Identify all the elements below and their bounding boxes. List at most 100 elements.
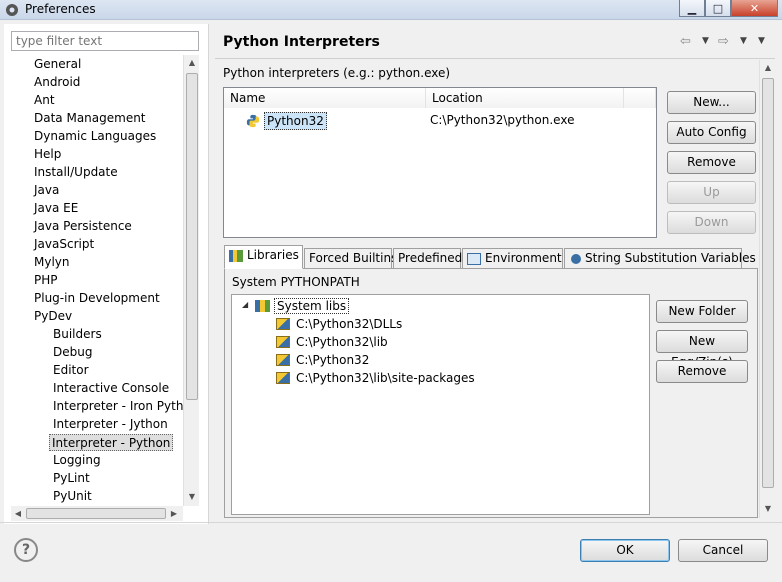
back-dropdown-icon[interactable]: ▼: [702, 36, 709, 46]
tree-item[interactable]: PyUnit: [53, 488, 92, 505]
back-arrow-icon[interactable]: ⇦: [680, 34, 691, 49]
minimize-button[interactable]: ▁: [679, 0, 705, 17]
close-button[interactable]: ✕: [731, 0, 778, 17]
title-bar: [0, 0, 782, 20]
tree-item[interactable]: Dynamic Languages: [34, 128, 156, 145]
tab-libraries[interactable]: Libraries: [224, 245, 303, 269]
remove-interpreter-button[interactable]: Remove: [667, 151, 756, 174]
window-title: Preferences: [25, 2, 96, 16]
tab-forced-builtins[interactable]: Forced Builtins: [304, 248, 397, 268]
library-path-label: C:\Python32\lib: [296, 335, 388, 349]
tab-string-substitution[interactable]: String Substitution Variables: [564, 248, 756, 268]
library-path-item[interactable]: C:\Python32: [276, 351, 369, 369]
system-libs-node[interactable]: System libs: [255, 297, 350, 315]
collapse-arrow-icon[interactable]: ◢: [242, 300, 248, 309]
scroll-right-arrow-icon[interactable]: ▶: [167, 509, 181, 518]
preferences-tree: General Android Ant Data Management Dynamic …: [11, 55, 183, 505]
column-header-location[interactable]: Location: [426, 88, 624, 108]
tab-string-substitution-label: String Substitution Variables: [585, 251, 756, 265]
environment-icon: [467, 252, 481, 265]
new-folder-button[interactable]: New Folder: [656, 300, 748, 323]
hscroll-thumb[interactable]: [26, 508, 166, 519]
tree-item[interactable]: JavaScript: [34, 236, 94, 253]
page-title: Python Interpreters: [223, 34, 380, 50]
tree-item[interactable]: Interpreter - Iron Python: [53, 398, 183, 415]
cancel-button[interactable]: Cancel: [678, 539, 768, 562]
interpreters-table: Name Location Python32 C:\Python32\pytho…: [223, 87, 657, 238]
down-button[interactable]: Down: [667, 211, 756, 234]
tab-libraries-label: Libraries: [247, 248, 299, 262]
new-egg-zip-button[interactable]: New Egg/Zip(s): [656, 330, 748, 369]
system-libs-icon: [255, 300, 270, 312]
column-header-name[interactable]: Name: [224, 88, 426, 108]
folder-library-icon: [276, 354, 290, 366]
interpreter-name[interactable]: Python32: [264, 112, 327, 130]
up-button[interactable]: Up: [667, 181, 756, 204]
tree-item[interactable]: Ant: [34, 92, 55, 109]
tree-item[interactable]: Editor: [53, 362, 89, 379]
tree-item[interactable]: PyDev: [34, 308, 72, 325]
forward-arrow-icon[interactable]: ⇨: [718, 34, 729, 49]
tree-item[interactable]: Logging: [53, 452, 101, 469]
tree-item[interactable]: Interpreter - Jython: [53, 416, 168, 433]
tree-vertical-scrollbar[interactable]: ▲ ▼: [183, 55, 199, 506]
tree-item[interactable]: Builders: [53, 326, 102, 343]
tree-item[interactable]: Debug: [53, 344, 92, 361]
tab-forced-builtins-label: Forced Builtins: [309, 251, 398, 265]
library-path-item[interactable]: C:\Python32\DLLs: [276, 315, 402, 333]
tree-item[interactable]: Interpreter - Python: [49, 434, 174, 451]
tab-environment[interactable]: Environment: [462, 248, 563, 268]
tree-item[interactable]: Data Management: [34, 110, 146, 127]
library-path-item[interactable]: C:\Python32\lib: [276, 333, 388, 351]
tree-item[interactable]: Install/Update: [34, 164, 118, 181]
table-row[interactable]: Python32: [246, 112, 327, 130]
column-header-empty: [624, 88, 656, 108]
pythonpath-heading: System PYTHONPATH: [232, 275, 360, 289]
new-interpreter-button[interactable]: New...: [667, 91, 756, 114]
forward-dropdown-icon[interactable]: ▼: [740, 36, 747, 46]
tree-item[interactable]: Android: [34, 74, 80, 91]
tree-item[interactable]: PyLint: [53, 470, 90, 487]
libraries-icon: [229, 249, 243, 262]
page-scroll-down-icon[interactable]: ▼: [761, 504, 775, 513]
tree-item[interactable]: Java Persistence: [34, 218, 132, 235]
page-scroll-up-icon[interactable]: ▲: [761, 63, 775, 72]
folder-library-icon: [276, 318, 290, 330]
filter-input[interactable]: [11, 31, 199, 51]
footer-divider: [0, 522, 782, 523]
page-vertical-scrollbar[interactable]: ▲ ▼: [759, 60, 775, 518]
interpreter-location: C:\Python32\python.exe: [430, 113, 575, 127]
tree-item[interactable]: Help: [34, 146, 61, 163]
maximize-button[interactable]: □: [705, 0, 731, 17]
preferences-gear-icon: [6, 4, 18, 16]
tree-item[interactable]: Java: [34, 182, 59, 199]
header-divider: [215, 58, 775, 59]
scroll-up-arrow-icon[interactable]: ▲: [185, 58, 199, 67]
ok-button[interactable]: OK: [580, 539, 670, 562]
help-icon[interactable]: ?: [14, 538, 38, 562]
view-menu-icon[interactable]: ▼: [758, 36, 765, 46]
auto-config-button[interactable]: Auto Config: [667, 121, 756, 144]
library-path-label: C:\Python32\lib\site-packages: [296, 371, 475, 385]
page-scroll-thumb[interactable]: [762, 78, 774, 488]
remove-library-button[interactable]: Remove: [656, 360, 748, 383]
tab-predefined[interactable]: Predefined: [393, 248, 462, 268]
tree-horizontal-scrollbar[interactable]: ◀ ▶: [11, 506, 183, 521]
tree-item[interactable]: Interactive Console: [53, 380, 169, 397]
tree-item[interactable]: Mylyn: [34, 254, 70, 271]
scroll-down-arrow-icon[interactable]: ▼: [185, 492, 199, 501]
folder-library-icon: [276, 372, 290, 384]
libraries-tree: ◢ System libs C:\Python32\DLLs C:\Python3…: [231, 294, 650, 515]
tree-item[interactable]: PHP: [34, 272, 58, 289]
library-path-label: C:\Python32\DLLs: [296, 317, 403, 331]
tab-environment-label: Environment: [485, 251, 562, 265]
library-path-label: C:\Python32: [296, 353, 370, 367]
tree-item[interactable]: Plug-in Development: [34, 290, 160, 307]
scroll-left-arrow-icon[interactable]: ◀: [11, 509, 25, 518]
tree-item[interactable]: Java EE: [34, 200, 78, 217]
tree-item[interactable]: General: [34, 56, 81, 73]
library-path-item[interactable]: C:\Python32\lib\site-packages: [276, 369, 475, 387]
variables-icon: [571, 253, 581, 264]
scroll-thumb[interactable]: [186, 73, 198, 400]
interpreters-label: Python interpreters (e.g.: python.exe): [223, 66, 451, 80]
